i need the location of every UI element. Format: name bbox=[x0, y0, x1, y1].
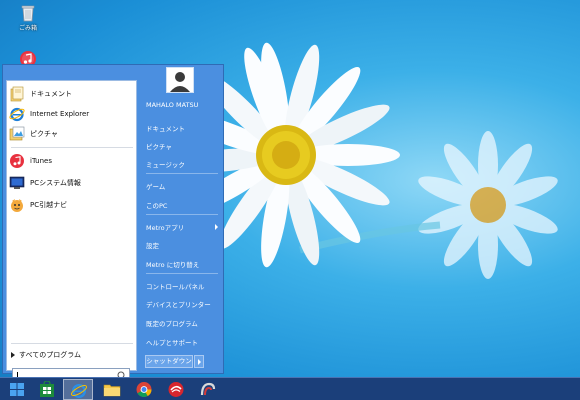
start-item-label: iTunes bbox=[30, 157, 52, 165]
start-item-label: ピクチャ bbox=[30, 130, 58, 138]
store-icon bbox=[40, 381, 54, 397]
taskbar-app-button[interactable] bbox=[193, 379, 223, 400]
start-item-documents[interactable]: ドキュメント bbox=[9, 84, 134, 104]
places-item-default-programs[interactable]: 既定のプログラム bbox=[146, 318, 198, 328]
start-menu: ドキュメント Internet Explorer ピクチャ iTunes PCシ… bbox=[2, 64, 224, 382]
internet-explorer-icon bbox=[70, 383, 88, 399]
all-programs-label: すべてのプログラム bbox=[19, 351, 82, 359]
taskbar bbox=[0, 377, 580, 400]
start-menu-places-pane: MAHALO MATSU ドキュメント ピクチャ ミュージック ゲーム このPC… bbox=[140, 65, 224, 373]
start-item-internet-explorer[interactable]: Internet Explorer bbox=[9, 104, 134, 124]
internet-explorer-icon bbox=[9, 107, 25, 122]
start-item-label: ドキュメント bbox=[30, 90, 72, 98]
places-item-switch-to-metro[interactable]: Metro に切り替え bbox=[146, 259, 199, 269]
taskbar-security-button[interactable] bbox=[161, 379, 191, 400]
start-item-pc-system-info[interactable]: PCシステム情報 bbox=[9, 173, 134, 193]
places-item-documents[interactable]: ドキュメント bbox=[146, 123, 185, 133]
chrome-icon bbox=[136, 382, 152, 397]
places-item-games[interactable]: ゲーム bbox=[146, 181, 165, 191]
shutdown-button[interactable]: シャットダウン bbox=[145, 355, 193, 368]
places-item-settings[interactable]: 設定 bbox=[146, 240, 159, 250]
pc-system-info-icon bbox=[9, 176, 25, 189]
places-item-music[interactable]: ミュージック bbox=[146, 159, 185, 169]
user-silhouette-icon bbox=[170, 72, 190, 92]
start-button[interactable] bbox=[2, 379, 32, 400]
pc-moving-navi-icon bbox=[11, 199, 23, 212]
user-avatar[interactable] bbox=[166, 67, 194, 93]
taskbar-ie-button[interactable] bbox=[63, 379, 93, 400]
places-item-pictures[interactable]: ピクチャ bbox=[146, 141, 172, 151]
places-item-help-support[interactable]: ヘルプとサポート bbox=[146, 337, 198, 347]
places-item-control-panel[interactable]: コントロールパネル bbox=[146, 281, 205, 291]
places-item-this-pc[interactable]: このPC bbox=[146, 200, 167, 210]
pictures-icon bbox=[9, 126, 25, 141]
desktop-icon-label: ごみ箱 bbox=[18, 25, 37, 32]
recycle-bin-icon bbox=[21, 5, 35, 22]
start-menu-separator bbox=[11, 147, 133, 148]
desktop-icon-recycle-bin[interactable]: ごみ箱 bbox=[8, 4, 48, 32]
start-menu-programs-pane: ドキュメント Internet Explorer ピクチャ iTunes PCシ… bbox=[6, 80, 137, 382]
itunes-icon bbox=[10, 154, 24, 168]
start-item-pc-moving-navi[interactable]: PC引越ナビ bbox=[9, 195, 134, 215]
app-icon bbox=[200, 382, 216, 396]
start-item-itunes[interactable]: iTunes bbox=[9, 151, 134, 171]
shutdown-options-button[interactable] bbox=[194, 355, 204, 368]
arrow-right-icon bbox=[11, 352, 15, 358]
security-app-icon bbox=[168, 382, 184, 397]
places-separator bbox=[146, 273, 218, 274]
start-item-pictures[interactable]: ピクチャ bbox=[9, 124, 134, 144]
places-separator bbox=[146, 214, 218, 215]
places-separator bbox=[146, 173, 218, 174]
documents-icon bbox=[10, 86, 24, 102]
start-item-label: PC引越ナビ bbox=[30, 201, 68, 209]
taskbar-store-button[interactable] bbox=[32, 379, 62, 400]
file-explorer-icon bbox=[103, 384, 121, 397]
taskbar-file-explorer-button[interactable] bbox=[97, 379, 127, 400]
start-item-label: PCシステム情報 bbox=[30, 179, 81, 187]
user-name[interactable]: MAHALO MATSU bbox=[146, 101, 198, 109]
start-windows-icon bbox=[10, 383, 24, 396]
start-menu-separator bbox=[11, 343, 133, 344]
all-programs-button[interactable]: すべてのプログラム bbox=[11, 350, 81, 360]
places-item-metro-apps[interactable]: Metroアプリ bbox=[146, 222, 184, 232]
places-item-devices-printers[interactable]: デバイスとプリンター bbox=[146, 299, 211, 309]
taskbar-chrome-button[interactable] bbox=[129, 379, 159, 400]
start-item-label: Internet Explorer bbox=[30, 110, 90, 118]
submenu-arrow-icon bbox=[215, 224, 218, 230]
